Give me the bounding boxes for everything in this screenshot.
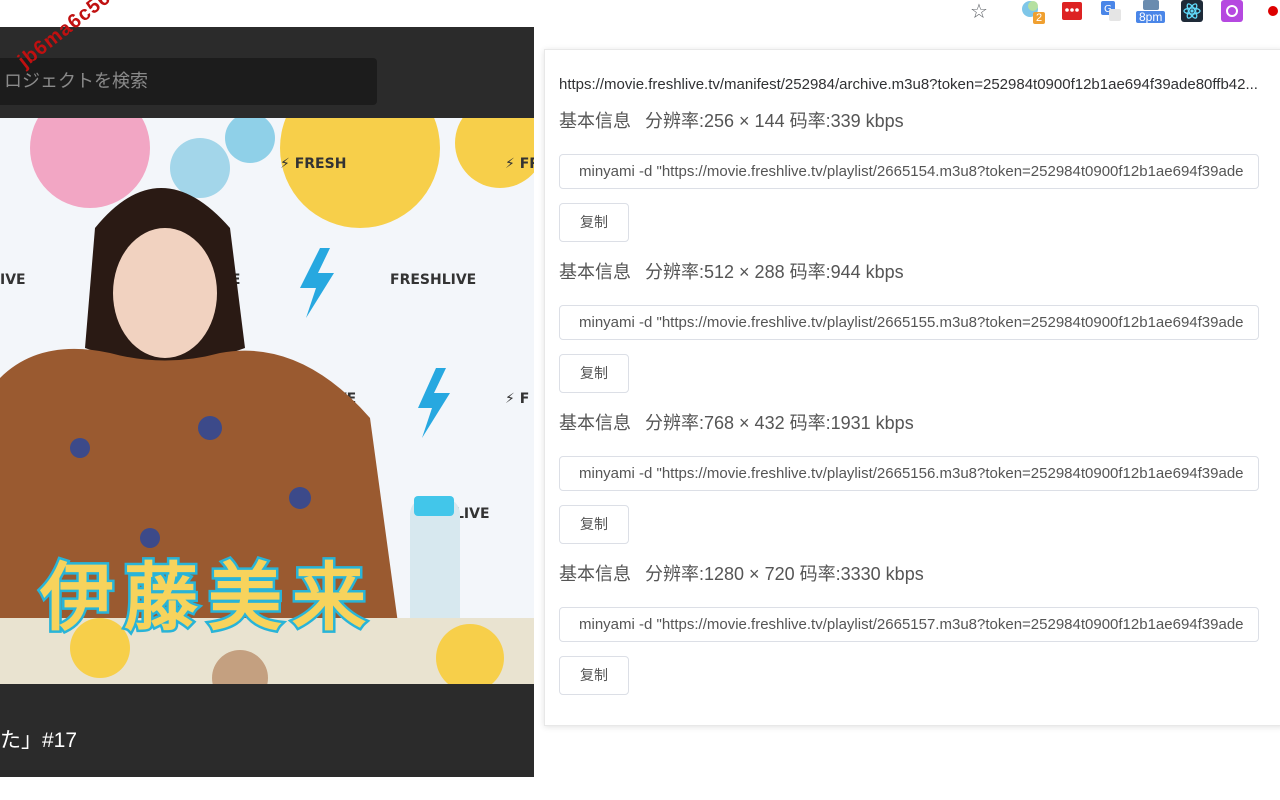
download-command-field[interactable]: minyami -d "https://movie.freshlive.tv/p… [559,305,1259,340]
stream-info: 基本信息 分辨率:768 × 432 码率:1931 kbps [559,409,1259,437]
bitrate-value: 1931 kbps [830,413,914,433]
stream-info: 基本信息 分辨率:512 × 288 码率:944 kbps [559,258,1259,286]
stream-info: 基本信息 分辨率:256 × 144 码率:339 kbps [559,107,1259,135]
bitrate-value: 339 kbps [830,111,904,131]
video-caption: 伊藤美来 [39,555,376,641]
resolution-label: 分辨率: [645,262,705,282]
resolution-value: 1280 × 720 [704,564,795,584]
stream-info-label: 基本信息 [559,413,631,433]
stream-info-label: 基本信息 [559,564,631,584]
project-search-input[interactable]: ロジェクトを検索 [0,58,377,105]
copy-button[interactable]: 复制 [559,354,629,393]
copy-button[interactable]: 复制 [559,505,629,544]
svg-text:LIVE: LIVE [455,506,490,522]
download-command-field[interactable]: minyami -d "https://movie.freshlive.tv/p… [559,607,1259,642]
svg-text:⚡ FR: ⚡ FR [505,156,534,172]
resolution-value: 512 × 288 [704,262,785,282]
stream-info: 基本信息 分辨率:1280 × 720 码率:3330 kbps [559,560,1259,588]
stream-info-label: 基本信息 [559,111,631,131]
bitrate-label: 码率: [789,111,831,131]
bitrate-value: 3330 kbps [840,564,924,584]
translate-icon[interactable]: G [1100,0,1122,22]
bitrate-label: 码率: [789,413,831,433]
svg-text:IVE: IVE [0,272,26,288]
stream-section: 基本信息 分辨率:256 × 144 码率:339 kbps minyami -d… [559,107,1259,242]
resolution-label: 分辨率: [645,111,705,131]
download-command-field[interactable]: minyami -d "https://movie.freshlive.tv/p… [559,456,1259,491]
bookmark-star-icon[interactable]: ☆ [968,0,990,23]
stream-info-label: 基本信息 [559,262,631,282]
video-logo-text: FRESHLIVE [390,272,476,288]
resolution-label: 分辨率: [645,413,705,433]
react-devtools-icon[interactable] [1181,0,1203,22]
extension-popup: https://movie.freshlive.tv/manifest/2529… [534,27,1280,777]
manifest-url: https://movie.freshlive.tv/manifest/2529… [559,76,1258,93]
resolution-value: 768 × 432 [704,413,785,433]
extension-icon[interactable]: 2 [1021,0,1046,24]
copy-button[interactable]: 复制 [559,656,629,695]
site-header: ロジェクトを検索 [0,33,534,117]
copy-button[interactable]: 复制 [559,203,629,242]
bitrate-value: 944 kbps [830,262,904,282]
extension-badge: 2 [1033,12,1046,24]
bitrate-label: 码率: [789,262,831,282]
video-title[interactable]: た」#17 [0,724,77,754]
stream-section: 基本信息 分辨率:768 × 432 码率:1931 kbps minyami -… [559,409,1259,544]
extension-icon[interactable]: 8pm [1136,0,1166,23]
browser-toolbar: ☆ 2 G 8pm [0,0,1280,27]
background-page: ロジェクトを検索 ⚡ FRESH FRESHLIVE ⚡ FR IVE VE H… [0,27,534,777]
stream-section: 基本信息 分辨率:512 × 288 码率:944 kbps minyami -d… [559,258,1259,393]
svg-text:⚡ F: ⚡ F [505,391,529,407]
extension-icon[interactable] [1061,0,1083,22]
video-player[interactable]: ⚡ FRESH FRESHLIVE ⚡ FR IVE VE HLIVE ⚡ F … [0,118,534,684]
video-frame: ⚡ FRESH FRESHLIVE ⚡ FR IVE VE HLIVE ⚡ F … [0,118,534,684]
extension-icon[interactable] [1221,0,1243,22]
stream-section: 基本信息 分辨率:1280 × 720 码率:3330 kbps minyami … [559,560,1259,695]
extension-icon[interactable] [1262,0,1280,22]
resolution-value: 256 × 144 [704,111,785,131]
svg-text:⚡ FRESH: ⚡ FRESH [280,156,346,172]
bitrate-label: 码率: [799,564,841,584]
resolution-label: 分辨率: [645,564,705,584]
extension-badge: 8pm [1136,11,1166,23]
download-command-field[interactable]: minyami -d "https://movie.freshlive.tv/p… [559,154,1259,189]
